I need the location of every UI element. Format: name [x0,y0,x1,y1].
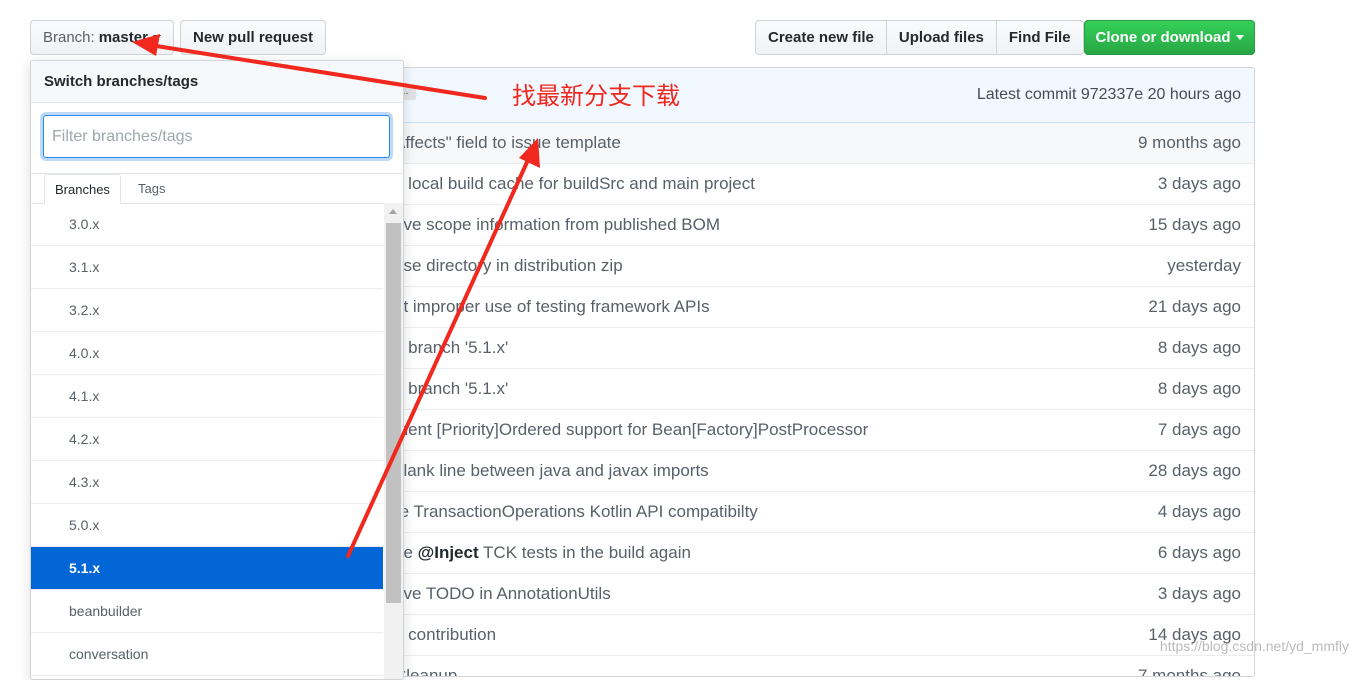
filter-branches-input[interactable] [43,115,390,158]
commit-age: 9 months ago [1137,133,1241,152]
branch-item[interactable]: conversation [31,633,383,676]
file-rows: Affects" field to issue template 9 months… [386,123,1254,677]
commit-message[interactable]: ove TODO in AnnotationUtils [394,584,611,604]
dropdown-title: Switch branches/tags [31,61,403,103]
latest-commit[interactable]: Latest commit 972337e 20 hours ago [977,86,1241,104]
branch-tag-tabs: Branches Tags [31,174,403,204]
commit-message-text: ment [Priority]Ordered support for Bean[… [394,420,869,439]
branch-item[interactable]: 4.0.x [31,332,383,375]
commit-age: 6 days ago [1157,543,1241,562]
commit-message-text: n contribution [394,625,497,644]
commit-age: 3 days ago [1157,584,1241,603]
file-row[interactable]: ove TODO in AnnotationUtils 3 days ago [386,573,1254,614]
file-row[interactable]: de @Inject TCK tests in the build again 6… [386,532,1254,573]
file-row[interactable]: n contribution 14 days ago [386,614,1254,655]
commit-message[interactable]: e local build cache for buildSrc and mai… [394,174,755,194]
branch-name: master [98,29,148,46]
branch-item[interactable]: 3.0.x [31,203,383,246]
commit-message[interactable]: Affects" field to issue template [394,133,621,153]
commit-age: 21 days ago [1148,297,1241,316]
clone-or-download-button[interactable]: Clone or download [1084,20,1255,55]
commit-message[interactable]: ase directory in distribution zip [394,256,623,276]
commit-message-text: blank line between java and javax import… [394,461,709,480]
commit-message-text: ove scope information from published BOM [394,215,720,234]
scrollbar-thumb[interactable] [386,223,401,603]
commit-message[interactable]: de @Inject TCK tests in the build again [394,543,691,563]
commit-message-text: e local build cache for buildSrc and mai… [394,174,755,193]
commit-message[interactable]: nt improper use of testing framework API… [394,297,710,317]
commit-age: 4 days ago [1157,502,1241,521]
file-actions-group: Create new file Upload files Find File [755,20,1084,55]
branch-select-button[interactable]: Branch: master [30,20,174,55]
annotation-text: 找最新分支下载 [512,82,680,110]
commit-age: yesterday [1167,256,1241,275]
commit-message-text: ase directory in distribution zip [394,256,623,275]
commit-message-bold: @Inject [417,543,479,562]
tab-branches[interactable]: Branches [44,174,121,204]
scrollbar[interactable] [384,203,403,679]
commit-message[interactable]: e branch '5.1.x' [394,379,508,399]
branch-item[interactable]: 5.0.x [31,504,383,547]
file-row[interactable]: ase directory in distribution zip yesterd… [386,245,1254,286]
commit-age: 7 days ago [1157,420,1241,439]
commit-message[interactable]: n contribution [394,625,496,645]
commit-message-text: e branch '5.1.x' [394,338,509,357]
file-row[interactable]: ove scope information from published BOM… [386,204,1254,245]
file-row[interactable]: e local build cache for buildSrc and mai… [386,163,1254,204]
file-row[interactable]: Cleanup 7 months ago [386,655,1254,677]
caret-down-icon [152,35,161,40]
filter-section [31,103,403,174]
branch-item[interactable]: beanbuilder [31,590,383,633]
branch-item[interactable]: 4.1.x [31,375,383,418]
file-listing: ... Latest commit 972337e 20 hours ago A… [385,67,1255,677]
commit-age: 3 days ago [1157,174,1241,193]
file-row[interactable]: nt improper use of testing framework API… [386,286,1254,327]
commit-message[interactable]: ment [Priority]Ordered support for Bean[… [394,420,868,440]
commit-message-text: nt improper use of testing framework API… [394,297,710,316]
file-row[interactable]: e branch '5.1.x' 8 days ago [386,327,1254,368]
commit-age: 7 months ago [1137,666,1241,677]
commit-age: 15 days ago [1148,215,1241,234]
commit-message[interactable]: ove scope information from published BOM [394,215,720,235]
branch-dropdown: Switch branches/tags Branches Tags 3.0.x… [30,60,404,680]
commit-age: 8 days ago [1157,379,1241,398]
commit-age: 28 days ago [1148,461,1241,480]
create-new-file-button[interactable]: Create new file [755,20,887,55]
caret-down-icon [1235,35,1244,40]
file-row[interactable]: blank line between java and javax import… [386,450,1254,491]
scroll-up-arrow-icon[interactable] [389,209,397,214]
file-row[interactable]: re TransactionOperations Kotlin API comp… [386,491,1254,532]
commit-message-text: e branch '5.1.x' [394,379,509,398]
watermark: https://blog.csdn.net/yd_mmfly [1159,638,1349,654]
branch-item[interactable]: 5.1.x [31,547,383,590]
commit-message-rest: TCK tests in the build again [478,543,691,562]
commit-message-text: ove TODO in AnnotationUtils [394,584,611,603]
branch-item[interactable]: 3.2.x [31,289,383,332]
branch-item[interactable]: 4.3.x [31,461,383,504]
branch-list: 3.0.x 3.1.x 3.2.x 4.0.x 4.1.x 4.2.x 4.3.x 5.0.x… [31,203,383,676]
upload-files-button[interactable]: Upload files [885,20,997,55]
commit-age: 8 days ago [1157,338,1241,357]
commit-message-text: Affects" field to issue template [394,133,621,152]
tab-tags[interactable]: Tags [128,174,175,204]
file-row[interactable]: Affects" field to issue template 9 months… [386,123,1254,163]
branch-prefix: Branch: [43,29,95,46]
find-file-button[interactable]: Find File [995,20,1084,55]
commit-message[interactable]: blank line between java and javax import… [394,461,709,481]
clone-label: Clone or download [1095,29,1231,46]
branch-item[interactable]: 4.2.x [31,418,383,461]
commit-message-text: re TransactionOperations Kotlin API comp… [394,502,758,521]
commit-message[interactable]: re TransactionOperations Kotlin API comp… [394,502,758,522]
new-pull-request-button[interactable]: New pull request [180,20,327,55]
branch-item[interactable]: 3.1.x [31,246,383,289]
commit-message[interactable]: e branch '5.1.x' [394,338,508,358]
file-row[interactable]: e branch '5.1.x' 8 days ago [386,368,1254,409]
file-row[interactable]: ment [Priority]Ordered support for Bean[… [386,409,1254,450]
